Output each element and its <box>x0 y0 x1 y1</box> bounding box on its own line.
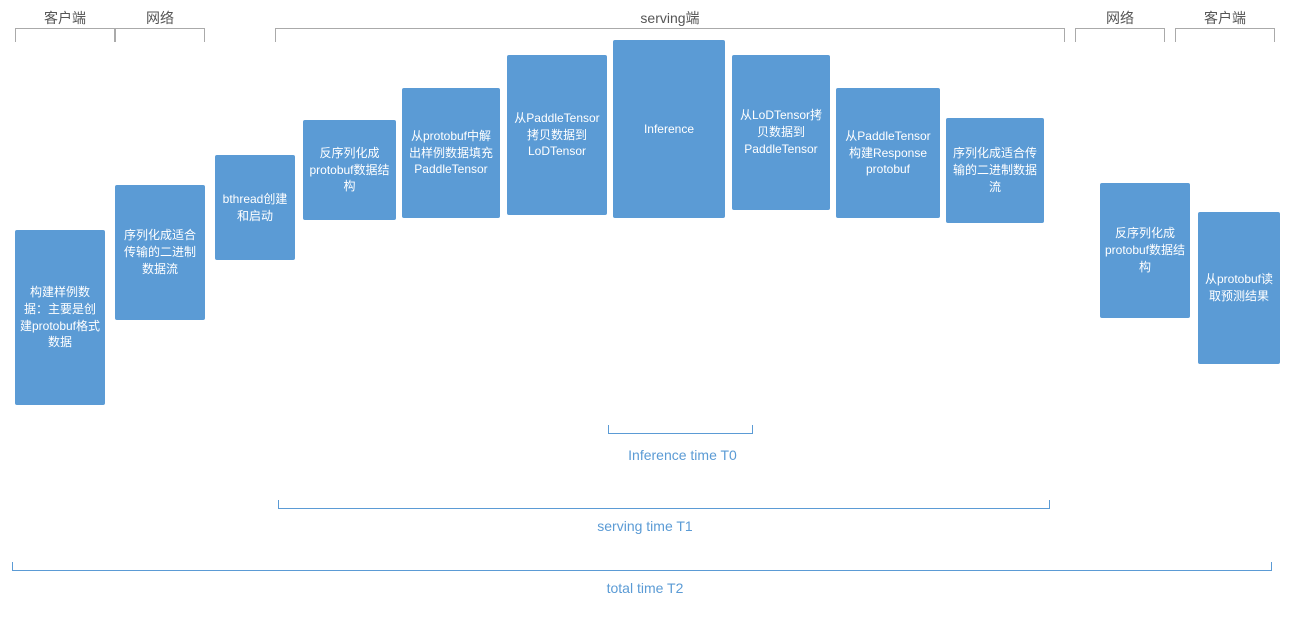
block-serialize: 序列化成适合传输的二进制数据流 <box>115 185 205 320</box>
diagram-container: 客户端 网络 serving端 网络 客户端 构建样例数据：主要是创建proto… <box>0 0 1289 627</box>
block-read-result: 从protobuf读取预测结果 <box>1198 212 1280 364</box>
block-build-response: 从PaddleTensor构建Response protobuf <box>836 88 940 218</box>
header-network-right: 网络 <box>1075 8 1165 28</box>
timing-t2-right-tick <box>1271 562 1272 570</box>
timing-t0-line <box>608 433 753 434</box>
header-serving: serving端 <box>275 8 1065 28</box>
timing-t1-line <box>278 508 1050 509</box>
timing-t2-label: total time T2 <box>500 580 790 596</box>
bracket-network-right <box>1075 28 1165 42</box>
block-extract-paddletensor: 从protobuf中解出样例数据填充PaddleTensor <box>402 88 500 218</box>
header-network-left: 网络 <box>115 8 205 28</box>
block-bthread: bthread创建和启动 <box>215 155 295 260</box>
block-serialize-output: 序列化成适合传输的二进制数据流 <box>946 118 1044 223</box>
timing-t0-left-tick <box>608 425 609 433</box>
timing-t2-left-tick <box>12 562 13 570</box>
block-copy-to-lodtensor: 从PaddleTensor拷贝数据到LoDTensor <box>507 55 607 215</box>
block-deserialize-output: 反序列化成protobuf数据结构 <box>1100 183 1190 318</box>
bracket-network-left <box>115 28 205 42</box>
bracket-client-left <box>15 28 115 42</box>
timing-t1-left-tick <box>278 500 279 508</box>
block-build-sample: 构建样例数据：主要是创建protobuf格式数据 <box>15 230 105 405</box>
bracket-client-right <box>1175 28 1275 42</box>
block-inference: Inference <box>613 40 725 218</box>
header-client-left: 客户端 <box>15 8 115 28</box>
header-client-right: 客户端 <box>1175 8 1275 28</box>
timing-t0-right-tick <box>752 425 753 433</box>
timing-t2-line <box>12 570 1272 571</box>
block-copy-to-paddletensor: 从LoDTensor拷贝数据到PaddleTensor <box>732 55 830 210</box>
timing-t1-right-tick <box>1049 500 1050 508</box>
timing-t1-label: serving time T1 <box>500 518 790 534</box>
timing-t0-label: Inference time T0 <box>600 445 765 466</box>
block-deserialize-protobuf: 反序列化成protobuf数据结构 <box>303 120 396 220</box>
